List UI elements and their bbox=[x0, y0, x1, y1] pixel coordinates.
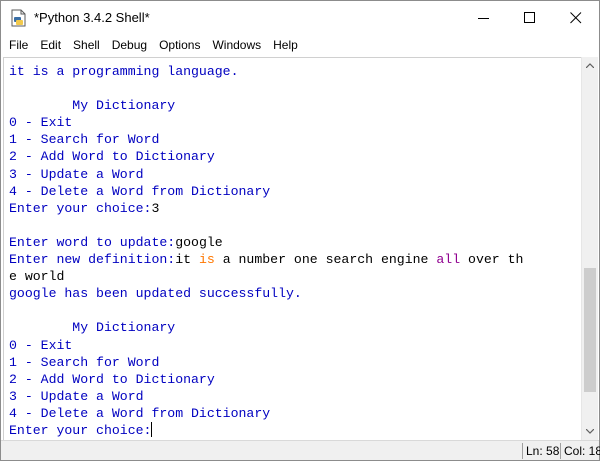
shell-text-output: 0 - Exit bbox=[9, 337, 73, 353]
minimize-button[interactable] bbox=[461, 1, 507, 35]
scroll-down-button[interactable] bbox=[582, 423, 598, 440]
shell-line: 4 - Delete a Word from Dictionary bbox=[9, 405, 523, 422]
shell-text-input: google bbox=[175, 234, 223, 250]
shell-text-output: 1 - Search for Word bbox=[9, 132, 160, 148]
shell-text-output: Enter your choice: bbox=[9, 200, 152, 216]
menu-bar: File Edit Shell Debug Options Windows He… bbox=[1, 35, 599, 56]
shell-line: 4 - Delete a Word from Dictionary bbox=[9, 183, 523, 200]
menu-debug[interactable]: Debug bbox=[106, 35, 153, 56]
window-title: *Python 3.4.2 Shell* bbox=[34, 10, 150, 25]
scroll-thumb[interactable] bbox=[584, 267, 596, 392]
shell-text-builtin: all bbox=[436, 252, 461, 268]
shell-line: 3 - Update a Word bbox=[9, 166, 523, 183]
menu-options[interactable]: Options bbox=[153, 35, 206, 56]
menu-windows[interactable]: Windows bbox=[206, 35, 267, 56]
maximize-icon bbox=[524, 12, 535, 23]
shell-line: Enter your choice:3 bbox=[9, 200, 523, 217]
shell-text-output: 1 - Search for Word bbox=[9, 354, 160, 370]
title-bar[interactable]: *Python 3.4.2 Shell* bbox=[1, 1, 599, 35]
shell-line: 0 - Exit bbox=[9, 337, 523, 354]
shell-line: My Dictionary bbox=[9, 97, 523, 114]
maximize-button[interactable] bbox=[507, 1, 553, 35]
shell-line: Enter your choice: bbox=[9, 421, 523, 439]
shell-text-output: 3 - Update a Word bbox=[9, 166, 144, 182]
shell-text-output: Enter your choice: bbox=[9, 422, 152, 438]
shell-text-area[interactable]: it is a programming language. My Diction… bbox=[3, 57, 581, 440]
shell-line: 2 - Add Word to Dictionary bbox=[9, 371, 523, 388]
shell-text-output: 2 - Add Word to Dictionary bbox=[9, 371, 215, 387]
shell-text-output: 0 - Exit bbox=[9, 115, 73, 131]
shell-text-output: Enter word to update: bbox=[9, 234, 176, 250]
shell-line: it is a programming language. bbox=[9, 63, 523, 80]
column-number-indicator: Col: 18 bbox=[560, 443, 600, 459]
shell-text-output: google has been updated successfully. bbox=[9, 286, 302, 302]
close-icon bbox=[570, 12, 582, 24]
shell-text-output: 4 - Delete a Word from Dictionary bbox=[9, 183, 271, 199]
shell-line: My Dictionary bbox=[9, 319, 523, 336]
shell-text-output: My Dictionary bbox=[9, 98, 176, 114]
shell-text-input: it bbox=[175, 252, 199, 268]
shell-text-keyword: is bbox=[198, 252, 215, 268]
text-cursor bbox=[151, 421, 153, 437]
shell-line: Enter word to update:google bbox=[9, 234, 523, 251]
shell-output: it is a programming language. My Diction… bbox=[9, 63, 523, 439]
status-bar: Ln: 58 Col: 18 bbox=[1, 440, 600, 460]
shell-line: google has been updated successfully. bbox=[9, 285, 523, 302]
shell-text-output: 3 - Update a Word bbox=[9, 388, 144, 404]
shell-text-input: over th bbox=[460, 252, 524, 268]
shell-line: e world bbox=[9, 268, 523, 285]
menu-help[interactable]: Help bbox=[267, 35, 304, 56]
chevron-down-icon bbox=[586, 429, 594, 434]
chevron-up-icon bbox=[586, 63, 594, 68]
python-shell-window: *Python 3.4.2 Shell* File Edit Shell Deb… bbox=[0, 0, 600, 461]
close-button[interactable] bbox=[553, 1, 599, 35]
shell-line: 3 - Update a Word bbox=[9, 388, 523, 405]
shell-text-output: it is a programming language. bbox=[9, 64, 239, 79]
shell-text-input: 3 bbox=[151, 200, 160, 216]
shell-text-output: 2 - Add Word to Dictionary bbox=[9, 149, 215, 165]
shell-line: 1 - Search for Word bbox=[9, 131, 523, 148]
scroll-up-button[interactable] bbox=[582, 57, 598, 74]
idle-app-icon[interactable] bbox=[10, 9, 27, 27]
line-number-indicator: Ln: 58 bbox=[522, 443, 560, 459]
shell-text-output: Enter new definition: bbox=[9, 252, 176, 268]
shell-line: 0 - Exit bbox=[9, 114, 523, 131]
shell-line: 2 - Add Word to Dictionary bbox=[9, 148, 523, 165]
minimize-icon bbox=[478, 18, 489, 19]
menu-edit[interactable]: Edit bbox=[34, 35, 67, 56]
shell-text-input: a number one search engine bbox=[214, 252, 437, 268]
shell-line: 1 - Search for Word bbox=[9, 354, 523, 371]
shell-text-output: 4 - Delete a Word from Dictionary bbox=[9, 405, 271, 421]
menu-file[interactable]: File bbox=[1, 35, 34, 56]
menu-shell[interactable]: Shell bbox=[67, 35, 106, 56]
shell-line: Enter new definition:it is a number one … bbox=[9, 251, 523, 268]
shell-text-output: My Dictionary bbox=[9, 320, 176, 336]
shell-text-input: e world bbox=[9, 269, 65, 285]
vertical-scrollbar[interactable] bbox=[581, 57, 598, 440]
